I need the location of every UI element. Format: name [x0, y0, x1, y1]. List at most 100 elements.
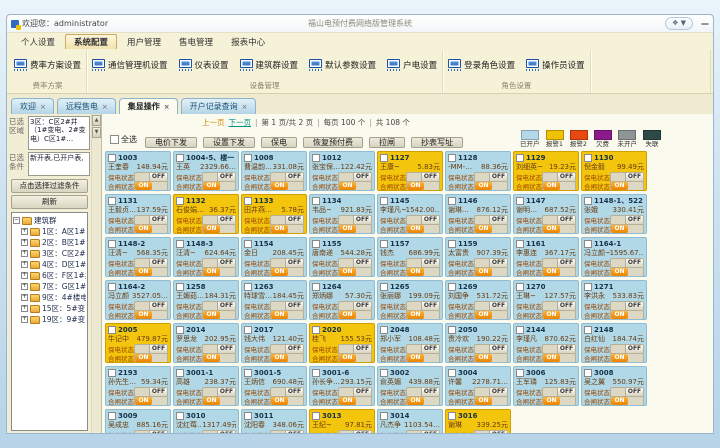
- protect-toggle[interactable]: OFF: [270, 430, 304, 434]
- tree-item[interactable]: +1区：A区1#井: [13, 226, 86, 237]
- meter-card[interactable]: 1008曹温韵…331.08元保电状态OFF合闸状态ON: [241, 151, 307, 191]
- protect-toggle[interactable]: OFF: [202, 430, 236, 434]
- card-checkbox[interactable]: [176, 197, 184, 205]
- menu-item-个人设置[interactable]: 个人设置: [13, 35, 63, 49]
- card-checkbox[interactable]: [584, 240, 592, 248]
- close-toggle[interactable]: ON: [134, 267, 168, 277]
- selected-region-box[interactable]: 3区：C区2#井（1#变电、2#变电）C区1#…: [28, 116, 90, 150]
- meter-card[interactable]: 1164-1冯立颜~1595.67…保电状态OFF合闸状态ON: [581, 237, 647, 277]
- select-all[interactable]: 全选: [110, 134, 137, 145]
- card-checkbox[interactable]: [244, 326, 252, 334]
- meter-card[interactable]: 3006王军璘125.83元保电状态OFF合闸状态ON: [513, 366, 579, 406]
- tree-item[interactable]: +9区：4#楼电井（…: [13, 292, 86, 303]
- meter-card[interactable]: 1147谢明…687.52元保电状态OFF合闸状态ON: [513, 194, 579, 234]
- close-toggle[interactable]: ON: [270, 224, 304, 234]
- tree-item[interactable]: +15区：5#变电站（3…: [13, 303, 86, 314]
- card-checkbox[interactable]: [448, 283, 456, 291]
- meter-card[interactable]: 1148-2汪清~568.35元保电状态OFF合闸状态ON: [105, 237, 171, 277]
- meter-card[interactable]: 1003王奎春148.94元保电状态OFF合闸状态ON: [105, 151, 171, 191]
- meter-card[interactable]: 1132石俊娟…36.37元保电状态OFF合闸状态ON: [173, 194, 239, 234]
- tree-item[interactable]: +7区：G区1#井: [13, 281, 86, 292]
- ribbon-button-费率方案设置[interactable]: 费率方案设置: [12, 57, 83, 73]
- menu-item-系统配置[interactable]: 系统配置: [65, 34, 117, 49]
- close-toggle[interactable]: ON: [270, 181, 304, 191]
- close-toggle[interactable]: ON: [202, 224, 236, 234]
- tab-远程售电[interactable]: 远程售电×: [57, 98, 116, 114]
- card-checkbox[interactable]: [380, 154, 388, 162]
- meter-card[interactable]: 1155唐南递544.28元保电状态OFF合闸状态ON: [309, 237, 375, 277]
- ribbon-button-建筑群设置[interactable]: 建筑群设置: [238, 57, 301, 73]
- close-toggle[interactable]: ON: [474, 224, 508, 234]
- card-checkbox[interactable]: [176, 412, 184, 420]
- close-toggle[interactable]: ON: [406, 181, 440, 191]
- meter-card[interactable]: 2050贵冷欢190.22元保电状态OFF合闸状态ON: [445, 323, 511, 363]
- close-toggle[interactable]: ON: [338, 267, 372, 277]
- card-checkbox[interactable]: [584, 369, 592, 377]
- close-toggle[interactable]: ON: [202, 310, 236, 320]
- close-toggle[interactable]: ON: [542, 267, 576, 277]
- meter-card[interactable]: 3009吴成忠885.16元保电状态OFF合闸状态ON: [105, 409, 171, 433]
- card-checkbox[interactable]: [244, 154, 252, 162]
- card-checkbox[interactable]: [380, 240, 388, 248]
- tree-item[interactable]: +4区：D区1#井（…: [13, 259, 86, 270]
- close-toggle[interactable]: ON: [134, 353, 168, 363]
- tab-close-icon[interactable]: ×: [164, 103, 170, 111]
- meter-card[interactable]: 1159太富贵907.39元保电状态OFF合闸状态ON: [445, 237, 511, 277]
- card-checkbox[interactable]: [448, 369, 456, 377]
- meter-card[interactable]: 1134韦品~921.83元保电状态OFF合闸状态ON: [309, 194, 375, 234]
- ribbon-button-仪表设置[interactable]: 仪表设置: [177, 57, 231, 73]
- card-checkbox[interactable]: [244, 283, 252, 291]
- expand-icon[interactable]: +: [21, 261, 28, 268]
- card-checkbox[interactable]: [584, 154, 592, 162]
- meter-card[interactable]: 1271李洪永533.83元保电状态OFF合闸状态ON: [581, 280, 647, 320]
- card-checkbox[interactable]: [516, 154, 524, 162]
- select-all-checkbox[interactable]: [110, 135, 119, 144]
- protect-toggle[interactable]: OFF: [474, 430, 508, 434]
- close-toggle[interactable]: ON: [542, 353, 576, 363]
- menu-item-报表中心[interactable]: 报表中心: [223, 35, 273, 49]
- skin-selector-button[interactable]: ❖ ▼: [665, 17, 693, 30]
- ribbon-button-通信管理机设置[interactable]: 通信管理机设置: [90, 57, 170, 73]
- close-toggle[interactable]: ON: [542, 396, 576, 406]
- meter-card[interactable]: 1146谢琳…876.12元保电状态OFF合闸状态ON: [445, 194, 511, 234]
- close-toggle[interactable]: ON: [134, 396, 168, 406]
- selected-condition-box[interactable]: 新开表,已开户表,: [28, 152, 90, 176]
- close-toggle[interactable]: ON: [134, 310, 168, 320]
- meter-card[interactable]: 1270王琳~127.57元保电状态OFF合闸状态ON: [513, 280, 579, 320]
- close-toggle[interactable]: ON: [406, 310, 440, 320]
- meter-card[interactable]: 1154金日208.45元保电状态OFF合闸状态ON: [241, 237, 307, 277]
- menu-item-用户管理[interactable]: 用户管理: [119, 35, 169, 49]
- close-toggle[interactable]: ON: [474, 396, 508, 406]
- close-toggle[interactable]: ON: [202, 181, 236, 191]
- expand-icon[interactable]: +: [21, 239, 28, 246]
- toolbar-button-电价下发[interactable]: 电价下发: [145, 137, 197, 148]
- ribbon-button-默认参数设置[interactable]: 默认参数设置: [307, 57, 378, 73]
- tree-item[interactable]: +3区：C区2#井（…: [13, 248, 86, 259]
- meter-card[interactable]: 3001-5王炳信690.48元保电状态OFF合闸状态ON: [241, 366, 307, 406]
- card-checkbox[interactable]: [312, 412, 320, 420]
- tab-close-icon[interactable]: ×: [102, 103, 108, 111]
- scroll-up-icon[interactable]: ▲: [92, 115, 101, 126]
- close-toggle[interactable]: ON: [474, 181, 508, 191]
- protect-toggle[interactable]: OFF: [134, 430, 168, 434]
- card-checkbox[interactable]: [108, 326, 116, 334]
- close-toggle[interactable]: ON: [542, 224, 576, 234]
- close-toggle[interactable]: ON: [610, 310, 644, 320]
- card-checkbox[interactable]: [108, 197, 116, 205]
- card-checkbox[interactable]: [312, 240, 320, 248]
- meter-card[interactable]: 1263特球雪…184.45元保电状态OFF合闸状态ON: [241, 280, 307, 320]
- card-checkbox[interactable]: [516, 369, 524, 377]
- close-toggle[interactable]: ON: [338, 310, 372, 320]
- meter-card[interactable]: 3001-1高雄238.37元保电状态OFF合闸状态ON: [173, 366, 239, 406]
- meter-card[interactable]: 1148-1、522张娥330.41元保电状态OFF合闸状态ON: [581, 194, 647, 234]
- choose-filter-button[interactable]: 点击选择过滤条件: [11, 179, 88, 193]
- meter-card[interactable]: 3014凡杰争1103.54…保电状态OFF合闸状态ON: [377, 409, 443, 433]
- card-checkbox[interactable]: [108, 154, 116, 162]
- close-toggle[interactable]: ON: [474, 353, 508, 363]
- prev-page-link[interactable]: 上一页: [202, 117, 225, 128]
- meter-card[interactable]: 3002俞英媚439.88元保电状态OFF合闸状态ON: [377, 366, 443, 406]
- tab-欢迎[interactable]: 欢迎×: [11, 98, 54, 114]
- toolbar-button-设置下发[interactable]: 设置下发: [203, 137, 255, 148]
- card-checkbox[interactable]: [312, 197, 320, 205]
- ribbon-button-户电设置[interactable]: 户电设置: [385, 57, 439, 73]
